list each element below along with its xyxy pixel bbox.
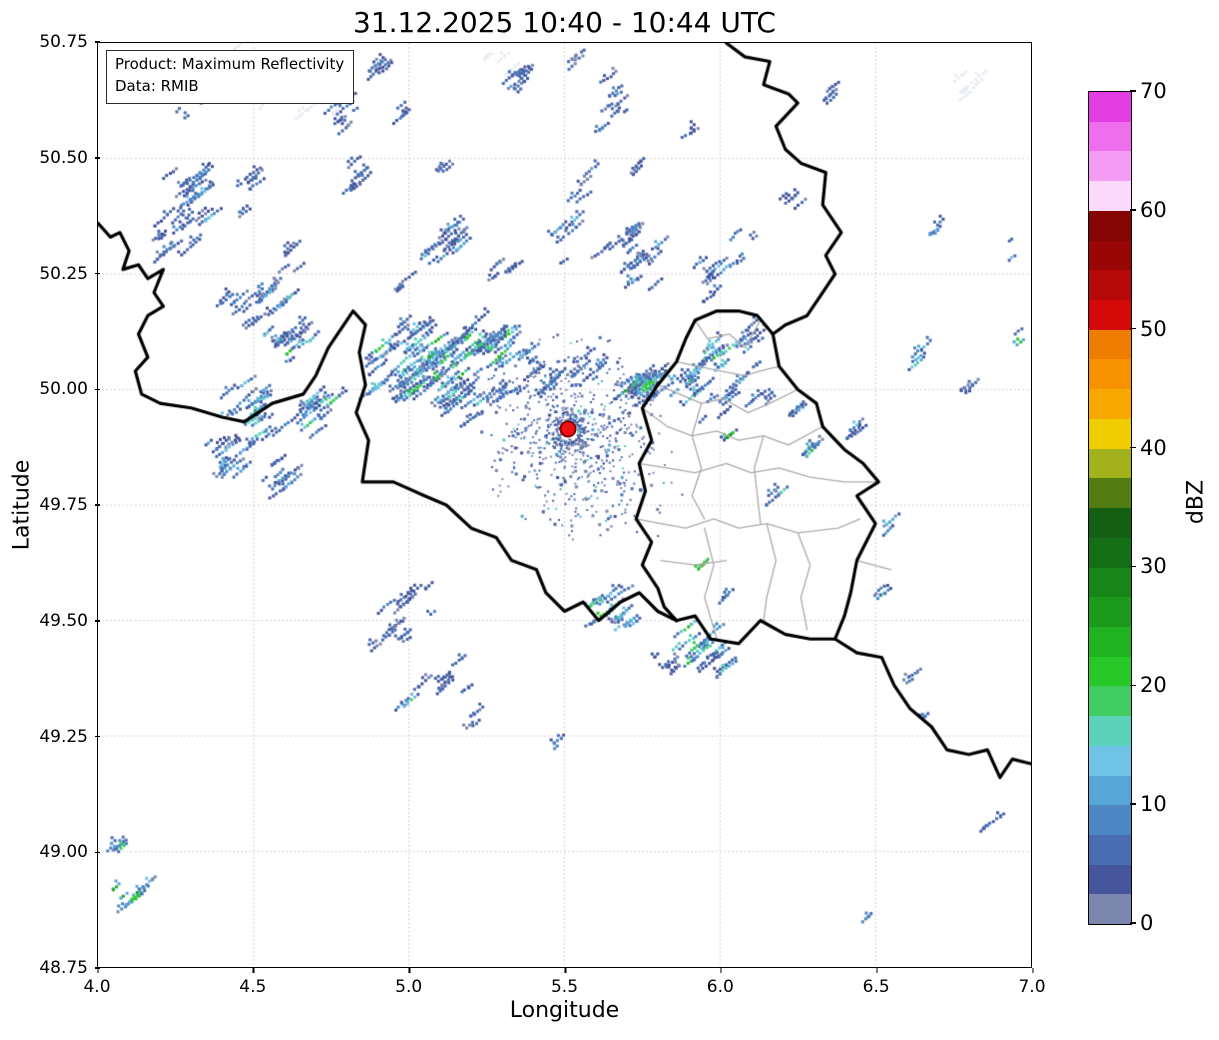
colorbar-tick-label: 70 (1140, 79, 1167, 103)
colorbar-cell (1089, 122, 1131, 152)
y-tick-label: 49.00 (39, 842, 88, 862)
colorbar-tick-label: 20 (1140, 673, 1167, 697)
colorbar-tick-label: 40 (1140, 436, 1167, 460)
colorbar-cell (1089, 538, 1131, 568)
radar-figure: 31.12.2025 10:40 - 10:44 UTC Product: Ma… (0, 0, 1219, 1040)
colorbar-cell (1089, 894, 1131, 924)
x-tick-label: 7.0 (1018, 968, 1045, 997)
data-source-label: Data: RMIB (115, 76, 344, 98)
colorbar-cell (1089, 478, 1131, 508)
x-tick-label: 6.5 (863, 968, 890, 997)
radar-map-canvas (98, 43, 1031, 967)
y-tick-label: 48.75 (39, 958, 88, 978)
colorbar-cell (1089, 776, 1131, 806)
colorbar-cell (1089, 211, 1131, 241)
y-tick-label: 49.50 (39, 611, 88, 631)
colorbar-tick-label: 10 (1140, 792, 1167, 816)
x-tick-label: 4.5 (239, 968, 266, 997)
colorbar-cell (1089, 597, 1131, 627)
colorbar-cell (1089, 389, 1131, 419)
colorbar-cell (1089, 300, 1131, 330)
colorbar-cell (1089, 746, 1131, 776)
colorbar-tick-label: 30 (1140, 554, 1167, 578)
colorbar-cell (1089, 568, 1131, 598)
colorbar-cell (1089, 419, 1131, 449)
colorbar-cell (1089, 181, 1131, 211)
colorbar-cell (1089, 805, 1131, 835)
colorbar (1088, 91, 1132, 925)
x-tick-label: 5.0 (395, 968, 422, 997)
y-tick-label: 50.75 (39, 32, 88, 52)
colorbar-cell (1089, 270, 1131, 300)
colorbar-tick-label: 50 (1140, 317, 1167, 341)
colorbar-cell (1089, 241, 1131, 271)
x-tick-label: 6.0 (707, 968, 734, 997)
colorbar-cell (1089, 92, 1131, 122)
y-tick-label: 49.25 (39, 727, 88, 747)
colorbar-cell (1089, 151, 1131, 181)
colorbar-cell (1089, 686, 1131, 716)
product-label: Product: Maximum Reflectivity (115, 54, 344, 76)
colorbar-cell (1089, 359, 1131, 389)
colorbar-cell (1089, 657, 1131, 687)
y-tick-label: 50.25 (39, 264, 88, 284)
colorbar-tick-label: 60 (1140, 198, 1167, 222)
y-axis-label: Latitude (10, 460, 35, 551)
radar-site-marker (559, 421, 576, 438)
plot-area: Product: Maximum Reflectivity Data: RMIB (97, 42, 1032, 968)
colorbar-cell (1089, 716, 1131, 746)
colorbar-cell (1089, 627, 1131, 657)
colorbar-unit-label: dBZ (1184, 480, 1209, 524)
figure-title: 31.12.2025 10:40 - 10:44 UTC (97, 6, 1032, 39)
y-tick-label: 50.00 (39, 379, 88, 399)
x-axis-label: Longitude (97, 998, 1032, 1023)
y-tick-label: 50.50 (39, 148, 88, 168)
annotation-box: Product: Maximum Reflectivity Data: RMIB (106, 50, 354, 104)
colorbar-cell (1089, 835, 1131, 865)
x-tick-label: 5.5 (551, 968, 578, 997)
colorbar-cell (1089, 330, 1131, 360)
colorbar-cell (1089, 865, 1131, 895)
colorbar-tick-label: 0 (1140, 911, 1153, 935)
colorbar-cell (1089, 508, 1131, 538)
y-tick-label: 49.75 (39, 495, 88, 515)
colorbar-cell (1089, 449, 1131, 479)
